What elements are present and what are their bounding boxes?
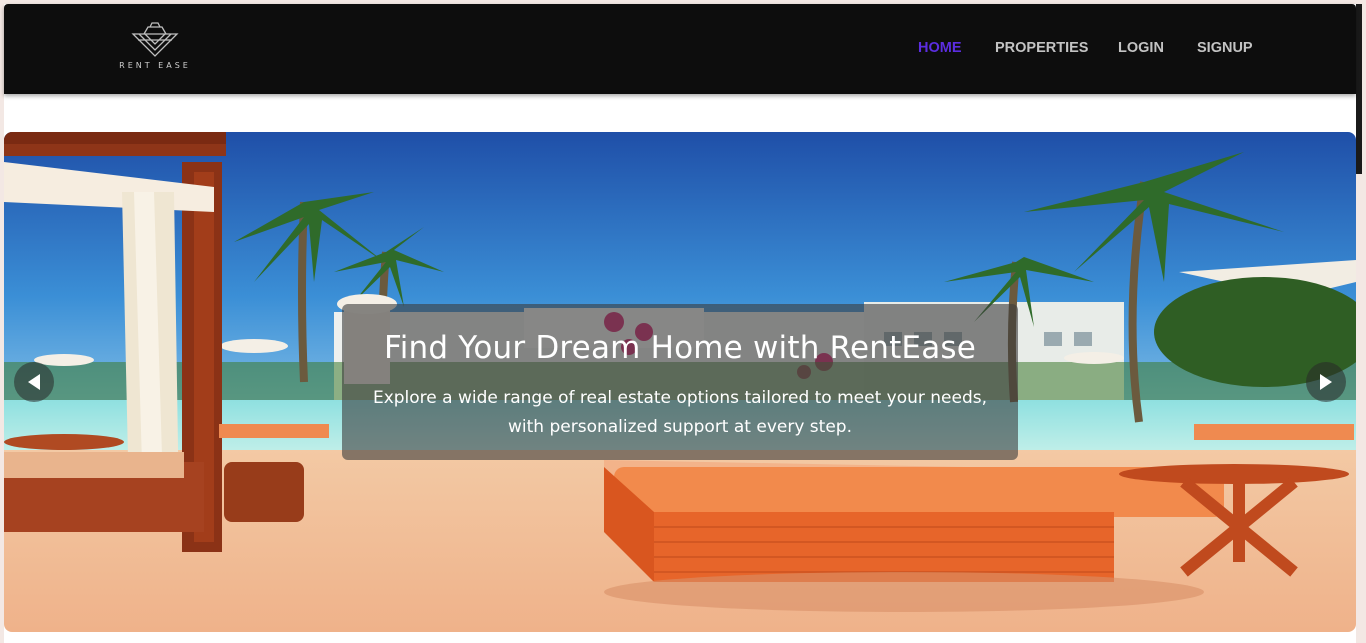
carousel-next-button[interactable] bbox=[1306, 362, 1346, 402]
hero-caption: Find Your Dream Home with RentEase Explo… bbox=[342, 304, 1018, 460]
nav-signup[interactable]: SIGNUP bbox=[1197, 40, 1253, 56]
navbar: RENT EASE HOME PROPERTIES LOGIN SIGNUP bbox=[4, 4, 1356, 94]
hero-title: Find Your Dream Home with RentEase bbox=[383, 330, 977, 366]
brand-logo[interactable]: RENT EASE bbox=[110, 20, 200, 78]
page: RENT EASE HOME PROPERTIES LOGIN SIGNUP F… bbox=[0, 0, 1366, 643]
logo-text: RENT EASE bbox=[119, 61, 191, 70]
chevron-right-icon bbox=[1320, 374, 1332, 390]
nav-login[interactable]: LOGIN bbox=[1118, 40, 1164, 56]
hero-carousel: Find Your Dream Home with RentEase Explo… bbox=[4, 132, 1356, 632]
ship-icon bbox=[131, 22, 179, 57]
scrollbar[interactable] bbox=[1356, 4, 1362, 174]
nav-properties[interactable]: PROPERTIES bbox=[995, 40, 1088, 56]
nav-home[interactable]: HOME bbox=[918, 40, 962, 56]
hero-subtitle: Explore a wide range of real estate opti… bbox=[372, 388, 988, 437]
carousel-prev-button[interactable] bbox=[14, 362, 54, 402]
chevron-left-icon bbox=[28, 374, 40, 390]
